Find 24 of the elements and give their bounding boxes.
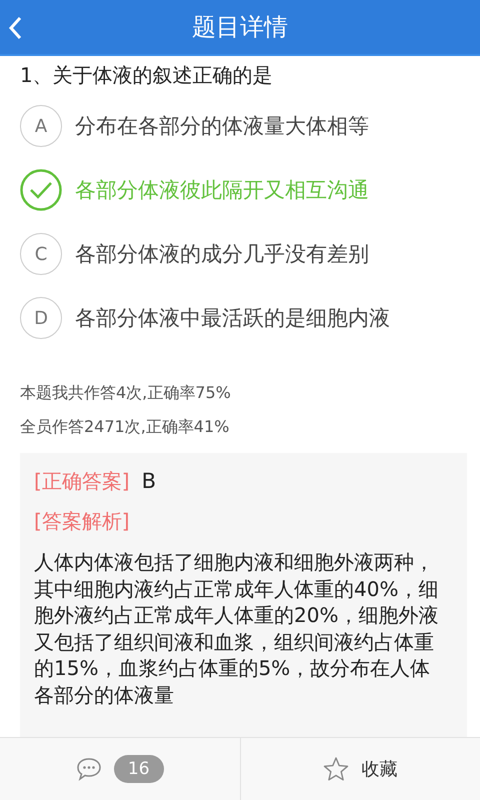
- option-text: 各部分体液中最活跃的是细胞内液: [75, 305, 390, 332]
- answer-value: B: [142, 469, 156, 493]
- question-text: 1、关于体液的叙述正确的是: [19, 62, 274, 89]
- comment-icon: [76, 757, 102, 781]
- stats-text: 本题我共作答4次,正确率75%: [20, 382, 232, 404]
- option-text: 各部分体液彼此隔开又相互沟通: [75, 177, 369, 204]
- page-title: 题目详情: [192, 12, 288, 43]
- answer-option[interactable]: D 各部分体液中最活跃的是细胞内液: [20, 297, 460, 339]
- answer-label: [正确答案]: [34, 468, 130, 494]
- favorite-button[interactable]: 收藏: [319, 752, 402, 786]
- analysis-text: 人体内体液包括了细胞内液和细胞外液两种，其中细胞内液约占正常成年人体重的40%，细胞外液约占正常成年人体重的20%，细胞外液又包括了组织间液和血浆，组织间液约占体重的15%，血浆约占体重的5%，故分布在人体各部分的体液量: [34, 549, 440, 708]
- option-text: 各部分体液的成分几乎没有差别: [75, 241, 369, 268]
- answer-option[interactable]: C 各部分体液的成分几乎没有差别: [20, 233, 460, 275]
- stats-text: 全员作答2471次,正确率41%: [20, 416, 230, 438]
- star-icon: [323, 756, 350, 782]
- option-letter: C: [20, 233, 62, 275]
- option-text: 分布在各部分的体液量大体相等: [75, 113, 369, 140]
- check-circle-icon: [20, 169, 62, 211]
- back-icon: [8, 16, 22, 40]
- comment-count-badge: 16: [114, 755, 164, 783]
- option-letter: D: [20, 297, 62, 339]
- option-letter: A: [20, 105, 62, 147]
- answer-option[interactable]: A 分布在各部分的体液量大体相等: [20, 105, 460, 147]
- analysis-label: [答案解析]: [34, 508, 130, 534]
